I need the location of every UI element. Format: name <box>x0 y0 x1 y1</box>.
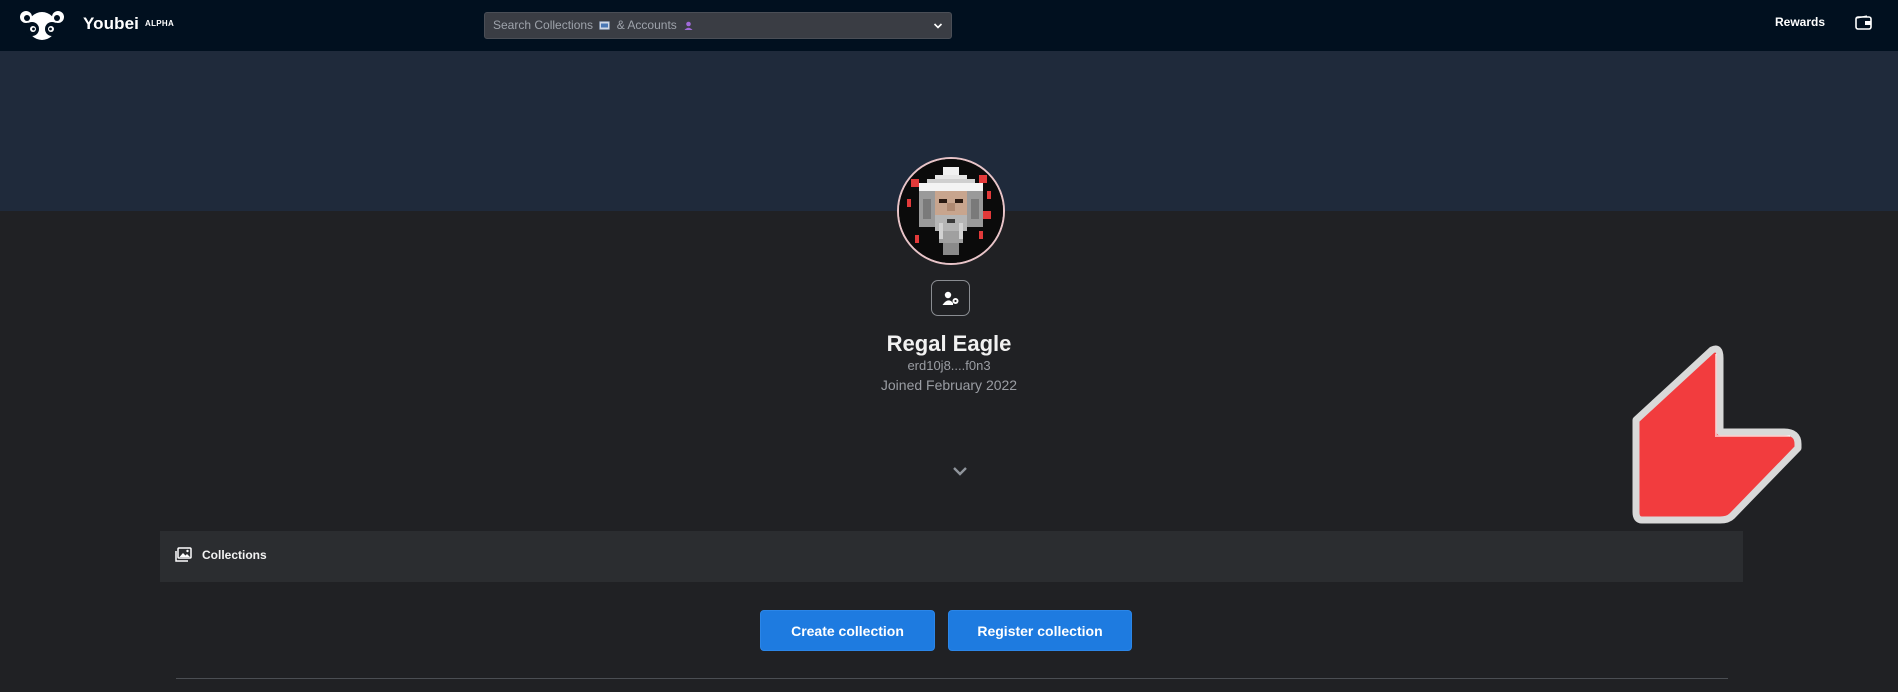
top-navbar: Youbei ALPHA Search Collections & Accoun… <box>0 0 1898 51</box>
search-input[interactable]: Search Collections & Accounts <box>484 12 952 39</box>
joined-date: Joined February 2022 <box>880 377 1018 393</box>
brand-name[interactable]: Youbei <box>83 14 139 34</box>
rewards-link[interactable]: Rewards <box>1775 15 1825 29</box>
wallet-icon[interactable] <box>1855 15 1872 30</box>
search-placeholder-mid: & Accounts <box>616 18 677 32</box>
search-placeholder: Search Collections & Accounts <box>493 18 697 32</box>
profile-settings-button[interactable] <box>931 280 970 316</box>
tab-collections-label: Collections <box>202 547 267 562</box>
tab-collections[interactable]: Collections <box>175 547 267 562</box>
user-settings-icon <box>942 291 958 305</box>
section-divider <box>176 678 1728 679</box>
expand-chevron-icon[interactable] <box>951 464 969 478</box>
alpha-badge: ALPHA <box>145 19 175 28</box>
wallet-address[interactable]: erd10j8....f0n3 <box>0 358 1898 373</box>
collection-emoji-icon <box>599 21 611 30</box>
images-icon <box>175 547 192 562</box>
create-collection-button[interactable]: Create collection <box>760 610 935 651</box>
profile-tabbar: Collections <box>160 531 1743 582</box>
chevron-down-icon[interactable] <box>933 21 943 31</box>
profile-avatar <box>897 157 1005 265</box>
pixel-wizard-avatar-icon <box>899 159 1003 263</box>
panda-logo-icon[interactable] <box>17 10 67 41</box>
register-collection-button[interactable]: Register collection <box>948 610 1132 651</box>
search-placeholder-text: Search Collections <box>493 18 594 32</box>
profile-name: Regal Eagle <box>886 331 1012 356</box>
red-arrow-icon <box>1632 345 1802 524</box>
account-emoji-icon <box>684 21 693 30</box>
